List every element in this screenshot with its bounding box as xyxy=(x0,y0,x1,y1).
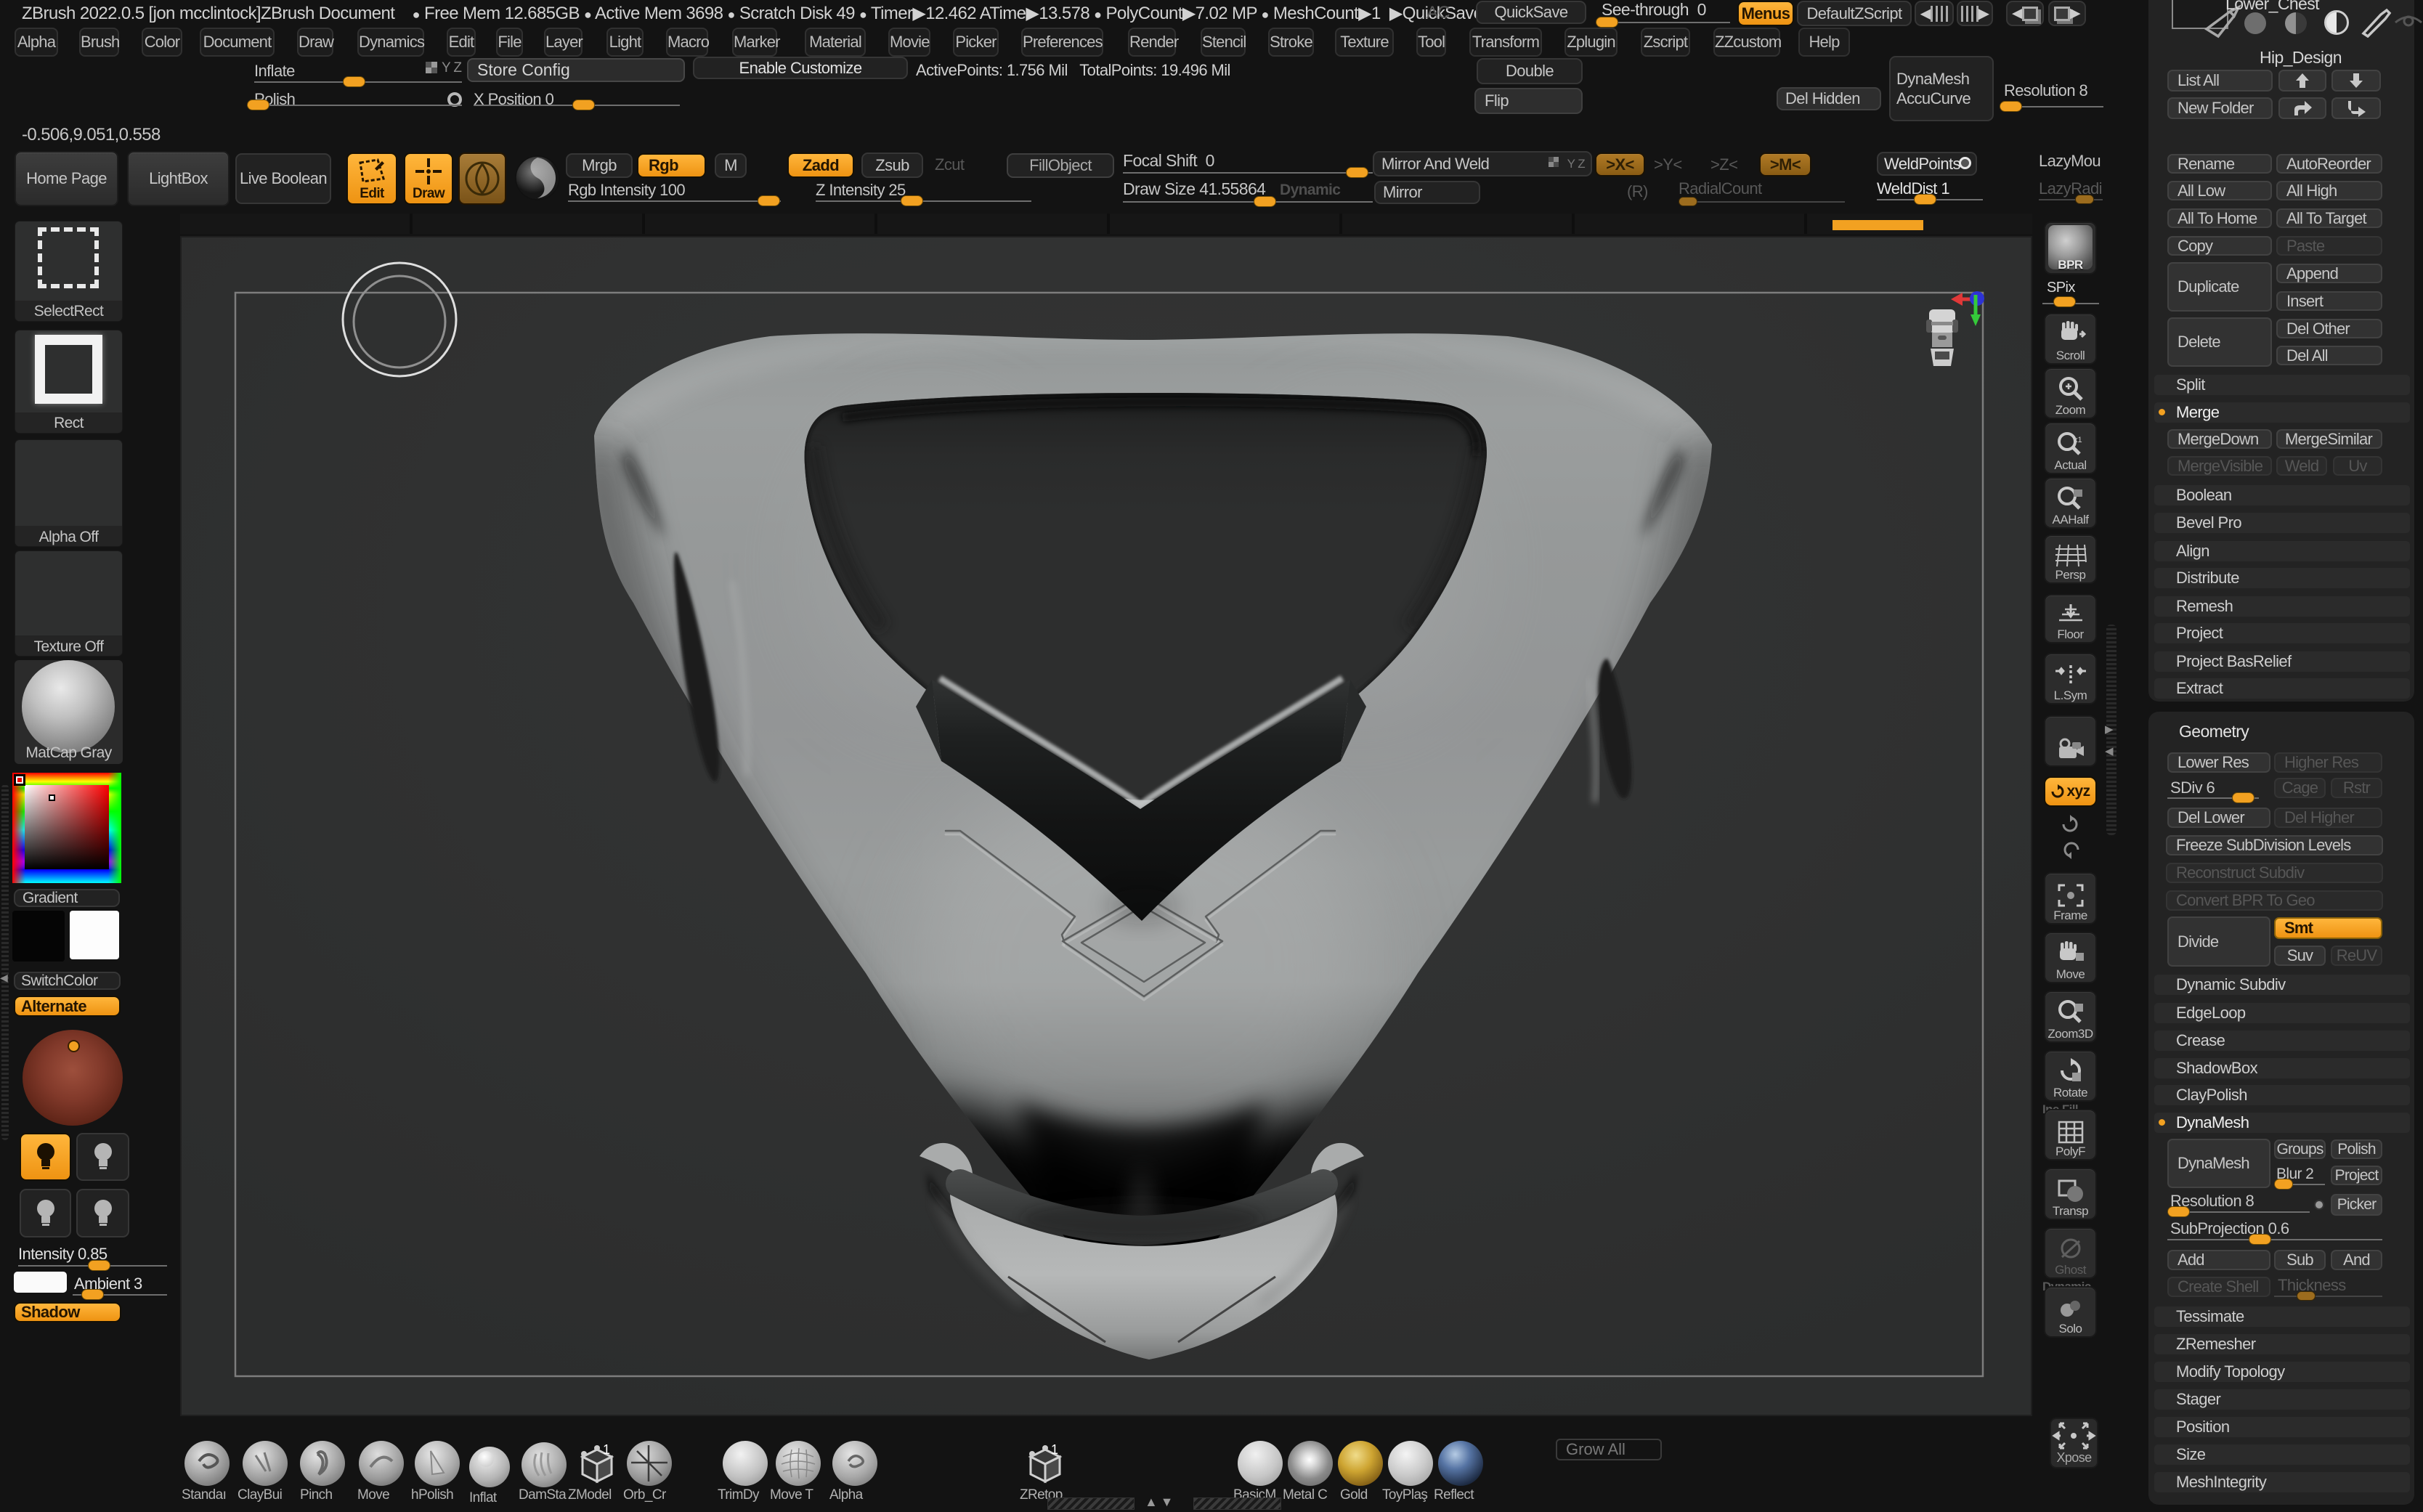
svg-text:x1: x1 xyxy=(2074,436,2082,444)
svg-text:1: 1 xyxy=(603,1442,610,1457)
svg-text:1: 1 xyxy=(1051,1442,1058,1457)
